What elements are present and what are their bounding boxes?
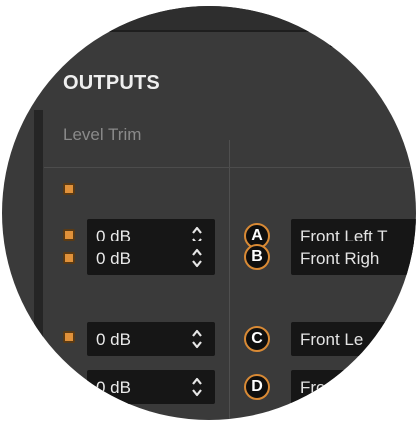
level-trim-column-label: Level Trim: [63, 125, 142, 144]
output-b-trim-value: 0 dB: [96, 249, 131, 268]
output-d-name-text: Fro: [300, 378, 326, 397]
output-d-indicator-icon[interactable]: [63, 379, 75, 391]
top-right-divider: [330, 44, 416, 47]
output-b-name-text: Front Righ: [300, 249, 380, 268]
output-d-trim-stepper[interactable]: 0 dB: [87, 370, 215, 404]
output-b-badge: B: [244, 244, 270, 270]
output-b-name-field[interactable]: Front Righ: [291, 241, 416, 275]
magnified-view: OUTPUTS Level Trim 0 dB A Front Left T 0…: [2, 6, 416, 420]
header-divider: [44, 167, 416, 168]
output-d-trim-value: 0 dB: [96, 378, 131, 397]
top-toolbar-band: [2, 6, 416, 30]
output-c-name-text: Front Le: [300, 330, 364, 349]
output-b-trim-stepper[interactable]: 0 dB: [87, 241, 215, 275]
up-down-arrows-icon[interactable]: [191, 247, 203, 269]
output-c-badge: C: [244, 326, 270, 352]
left-rail: [34, 110, 43, 420]
top-right-panel: [330, 6, 416, 44]
output-c-name-field[interactable]: Front Le: [291, 322, 416, 356]
output-d-name-field[interactable]: Fro: [291, 370, 416, 404]
output-d-badge: D: [244, 374, 270, 400]
section-title: OUTPUTS: [63, 72, 160, 94]
top-divider: [2, 30, 416, 32]
up-down-arrows-icon[interactable]: [191, 376, 203, 398]
master-indicator-icon[interactable]: [63, 183, 75, 195]
output-c-trim-stepper[interactable]: 0 dB: [87, 322, 215, 356]
output-c-trim-value: 0 dB: [96, 330, 131, 349]
column-divider: [229, 140, 230, 420]
output-a-indicator-icon[interactable]: [63, 229, 75, 241]
output-b-indicator-icon[interactable]: [63, 252, 75, 264]
output-c-indicator-icon[interactable]: [63, 331, 75, 343]
up-down-arrows-icon[interactable]: [191, 328, 203, 350]
